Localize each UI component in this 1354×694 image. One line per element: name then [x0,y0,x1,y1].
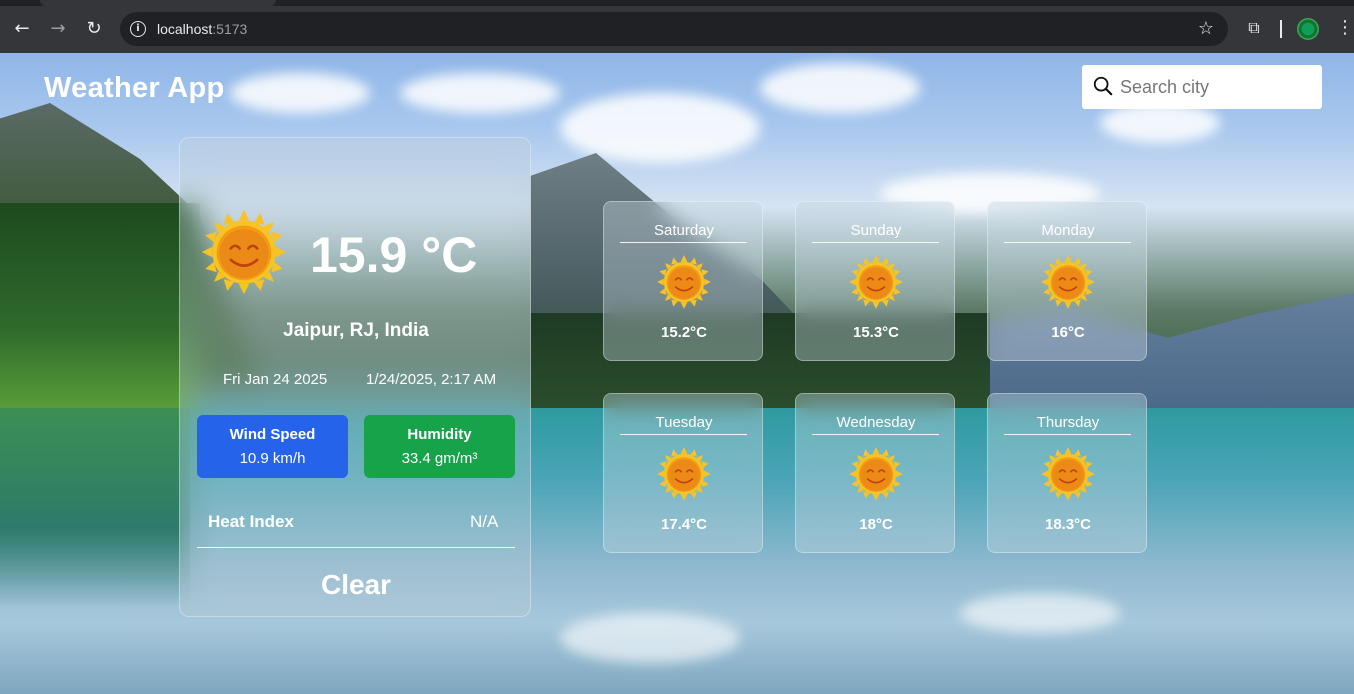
humidity-value: 33.4 gm/m³ [401,450,478,467]
forecast-card: Monday 16°C [987,201,1147,361]
divider [1004,434,1131,435]
browser-toolbar: ← → ↻ i localhost:5173 ☆ ⧉ ⋮ [0,0,1354,53]
divider [812,434,939,435]
cloud [400,73,560,113]
forecast-card: Wednesday 18°C [795,393,955,553]
active-tab[interactable] [40,0,276,6]
sun-face-icon [1040,446,1096,502]
url-host: localhost [157,21,213,37]
cloud-reflection [560,613,740,663]
cloud-reflection [960,593,1120,633]
forecast-day: Thursday [1036,414,1100,431]
toolbar-divider [1280,20,1282,38]
current-temperature: 15.9 °C [310,227,478,283]
current-datetime: 1/24/2025, 2:17 AM [366,371,497,388]
forecast-temp: 17.4°C [660,516,708,533]
sun-face-icon [656,446,712,502]
search-box[interactable] [1082,65,1322,109]
sun-face-icon [848,446,904,502]
search-icon[interactable] [1092,75,1114,97]
humidity-label: Humidity [407,426,472,443]
search-input[interactable] [1120,71,1316,103]
forward-arrow-icon[interactable]: → [46,17,70,41]
forecast-day: Monday [1041,222,1095,239]
divider [812,242,939,243]
current-weather-card: 15.9 °C Jaipur, RJ, India Fri Jan 24 202… [179,137,531,617]
extensions-icon[interactable]: ⧉ [1244,18,1264,38]
app-title: Weather App [44,72,225,104]
divider [620,434,747,435]
forecast-temp: 15.3°C [852,324,900,341]
divider [197,547,515,548]
forecast-temp: 18°C [859,516,893,533]
cloud [560,93,760,163]
clear-button[interactable]: Clear [306,566,406,604]
wind-speed-box: Wind Speed 10.9 km/h [197,415,348,478]
wind-speed-label: Wind Speed [229,426,316,443]
cloud [760,63,920,113]
forecast-card: Saturday 15.2°C [603,201,763,361]
profile-icon[interactable] [1297,18,1319,40]
divider [620,242,747,243]
cloud [230,73,370,113]
forecast-card: Sunday 15.3°C [795,201,955,361]
cloud [1100,103,1220,143]
forecast-card: Thursday 18.3°C [987,393,1147,553]
heat-index-label: Heat Index [208,512,294,531]
sun-face-icon [1040,254,1096,310]
forecast-day: Wednesday [836,414,916,431]
back-arrow-icon[interactable]: ← [10,17,34,41]
forecast-day: Tuesday [655,414,713,431]
forecast-day: Sunday [850,222,902,239]
lake-reflection [0,408,190,608]
address-bar[interactable]: i localhost:5173 ☆ [120,12,1228,46]
menu-icon[interactable]: ⋮ [1336,17,1354,38]
star-icon[interactable]: ☆ [1198,18,1214,39]
divider [1004,242,1131,243]
sun-face-icon [848,254,904,310]
forecast-day: Saturday [653,222,715,239]
wind-speed-value: 10.9 km/h [239,450,306,467]
forecast-temp: 16°C [1051,324,1085,341]
humidity-box: Humidity 33.4 gm/m³ [364,415,515,478]
forest [0,203,200,413]
reload-icon[interactable]: ↻ [82,17,106,41]
sun-face-icon [201,209,287,295]
location: Jaipur, RJ, India [283,320,429,341]
sun-face-icon [656,254,712,310]
forecast-card: Tuesday 17.4°C [603,393,763,553]
url-text[interactable]: localhost:5173 [157,21,247,37]
url-port: :5173 [212,21,248,37]
forecast-temp: 18.3°C [1044,516,1092,533]
heat-index-value: N/A [470,512,499,531]
forecast-temp: 15.2°C [660,324,708,341]
info-icon[interactable]: i [130,21,146,37]
current-date: Fri Jan 24 2025 [223,371,328,388]
